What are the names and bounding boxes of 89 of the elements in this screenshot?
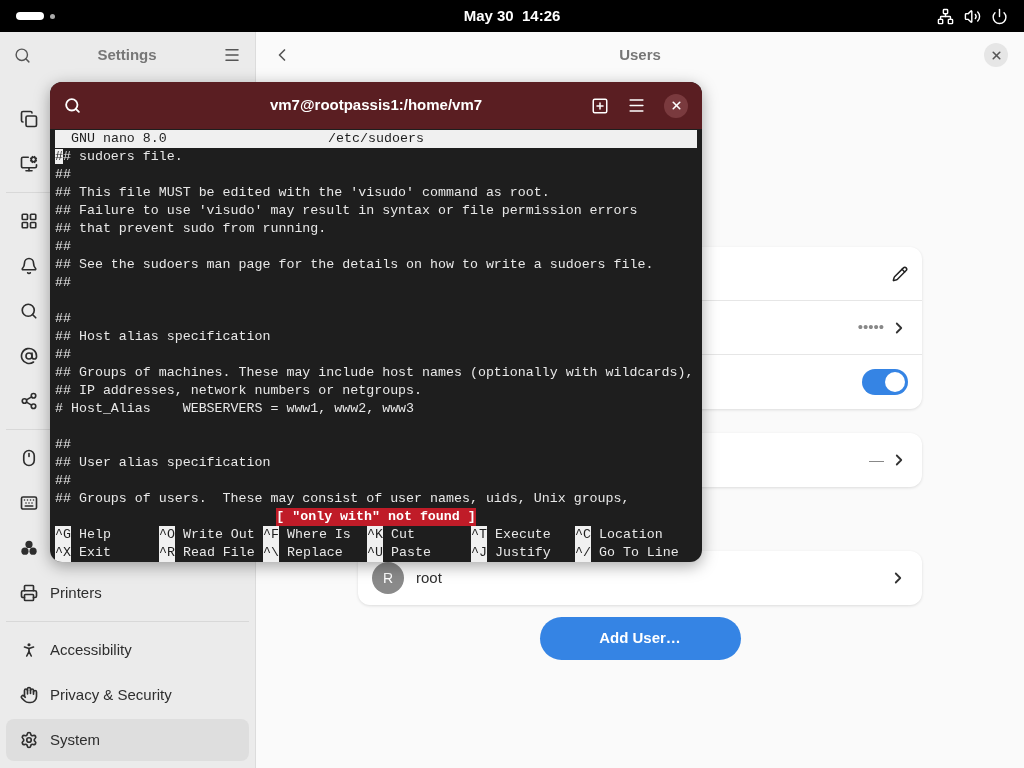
shortcut-key: ^O — [159, 526, 175, 544]
code-line: ## See the sudoers man page for the details on how to write a sudoers file. — [55, 257, 654, 272]
pencil-icon[interactable] — [892, 265, 908, 282]
volume-icon[interactable] — [964, 7, 981, 25]
monitor-icon — [20, 155, 38, 173]
network-icon[interactable] — [937, 7, 954, 25]
code-line: ## User alias specification — [55, 455, 271, 470]
status-message: [ "only with" not found ] — [276, 508, 476, 526]
code-line: ## — [55, 437, 71, 452]
code-line: ## Groups of machines. These may include host names (optionally with wildcards), — [55, 365, 694, 380]
shortcut-key: ^R — [159, 544, 175, 562]
sidebar-item[interactable]: Printers — [6, 572, 249, 614]
shortcut-key: ^G — [55, 526, 71, 544]
shortcut-label: Cut — [390, 526, 415, 544]
sidebar-title: Settings — [96, 44, 158, 65]
search-icon — [20, 302, 38, 320]
code-line: ## Groups of users. These may consist of user names, uids, Unix groups, — [55, 491, 630, 506]
sidebar-label: Accessibility — [50, 639, 132, 660]
code-line: ## Failure to use 'visudo' may result in syntax or file permission errors — [55, 203, 638, 218]
shortcut-label: Execute — [494, 526, 551, 544]
overlapping-squares-icon — [20, 110, 38, 128]
hand-icon — [20, 686, 38, 704]
search-icon[interactable] — [14, 46, 31, 64]
menu-icon[interactable] — [223, 46, 241, 64]
shortcut-label: Go To Line — [598, 544, 679, 562]
printer-icon — [20, 584, 38, 602]
close-icon — [989, 48, 1003, 62]
shortcut-key: ^\ — [263, 544, 279, 562]
code-line: ## This file MUST be edited with the 'visudo' command as root. — [55, 185, 550, 200]
user-name: root — [416, 567, 443, 588]
search-icon[interactable] — [64, 97, 81, 114]
shortcut-label: Location — [598, 526, 663, 544]
code-line: ## that prevent sudo from running. — [55, 221, 327, 236]
shortcut-label: Where Is — [286, 526, 351, 544]
file-name: /etc/sudoers — [328, 130, 424, 148]
sidebar-label: Printers — [50, 582, 102, 603]
keyboard-icon — [20, 494, 38, 512]
code-line: ## — [55, 347, 71, 362]
mouse-icon — [20, 449, 38, 467]
shortcut-key: ^J — [471, 544, 487, 562]
code-line: ## IP addresses, network numbers or netgroups. — [55, 383, 423, 398]
grid-icon — [20, 212, 38, 230]
close-button[interactable] — [664, 93, 688, 118]
sidebar-item[interactable]: System — [6, 719, 249, 761]
code-line: ## — [55, 167, 71, 182]
row-value: ••••• — [857, 317, 884, 338]
nano-version: GNU nano 8.0 — [70, 130, 168, 148]
settings-icon — [20, 731, 38, 749]
menu-icon[interactable] — [627, 96, 646, 115]
share-icon — [20, 392, 38, 410]
shortcut-label: Help — [78, 526, 111, 544]
terminal-title: vm7@rootpassis1:/home/vm7 — [269, 95, 483, 116]
row-value: — — [869, 449, 884, 470]
shortcut-label: Write Out — [182, 526, 255, 544]
shortcut-key: ^U — [367, 544, 383, 562]
avatar: R — [372, 562, 404, 594]
shortcut-key: ^F — [263, 526, 279, 544]
sidebar-item[interactable]: Accessibility — [6, 629, 249, 671]
shortcut-label: Paste — [390, 544, 431, 562]
shortcut-key: ^C — [575, 526, 591, 544]
new-tab-icon[interactable] — [591, 96, 609, 115]
code-line: ## — [55, 275, 71, 290]
circles-icon — [20, 539, 38, 557]
clock[interactable]: May 30 14:26 — [463, 4, 561, 28]
shortcut-label: Replace — [286, 544, 343, 562]
shortcut-key: ^T — [471, 526, 487, 544]
add-user-button[interactable]: Add User… — [539, 617, 741, 660]
sidebar-label: System — [50, 729, 100, 750]
toggle-switch[interactable] — [862, 369, 908, 395]
shortcut-key: ^/ — [575, 544, 591, 562]
shortcut-label: Exit — [78, 544, 111, 562]
shortcut-label: Read File — [182, 544, 255, 562]
shortcut-label: Justify — [494, 544, 551, 562]
close-icon — [669, 99, 683, 112]
code-line: # Host_Alias WEBSERVERS = www1, www2, www3 — [55, 401, 415, 416]
sidebar-label: Privacy & Security — [50, 684, 172, 705]
activities-indicator[interactable] — [16, 12, 55, 20]
at-sign-icon — [20, 347, 38, 365]
code-line: ## — [55, 239, 71, 254]
bell-icon — [20, 257, 38, 275]
page-title: Users — [619, 44, 661, 65]
code-line: ## Host alias specification — [55, 329, 271, 344]
close-button[interactable] — [984, 43, 1008, 67]
shortcut-key: ^K — [367, 526, 383, 544]
shortcut-key: ^X — [55, 544, 71, 562]
code-line: ## — [55, 473, 71, 488]
sidebar-item[interactable]: Privacy & Security — [6, 674, 249, 716]
code-line: ## — [55, 311, 71, 326]
power-icon[interactable] — [991, 7, 1008, 25]
